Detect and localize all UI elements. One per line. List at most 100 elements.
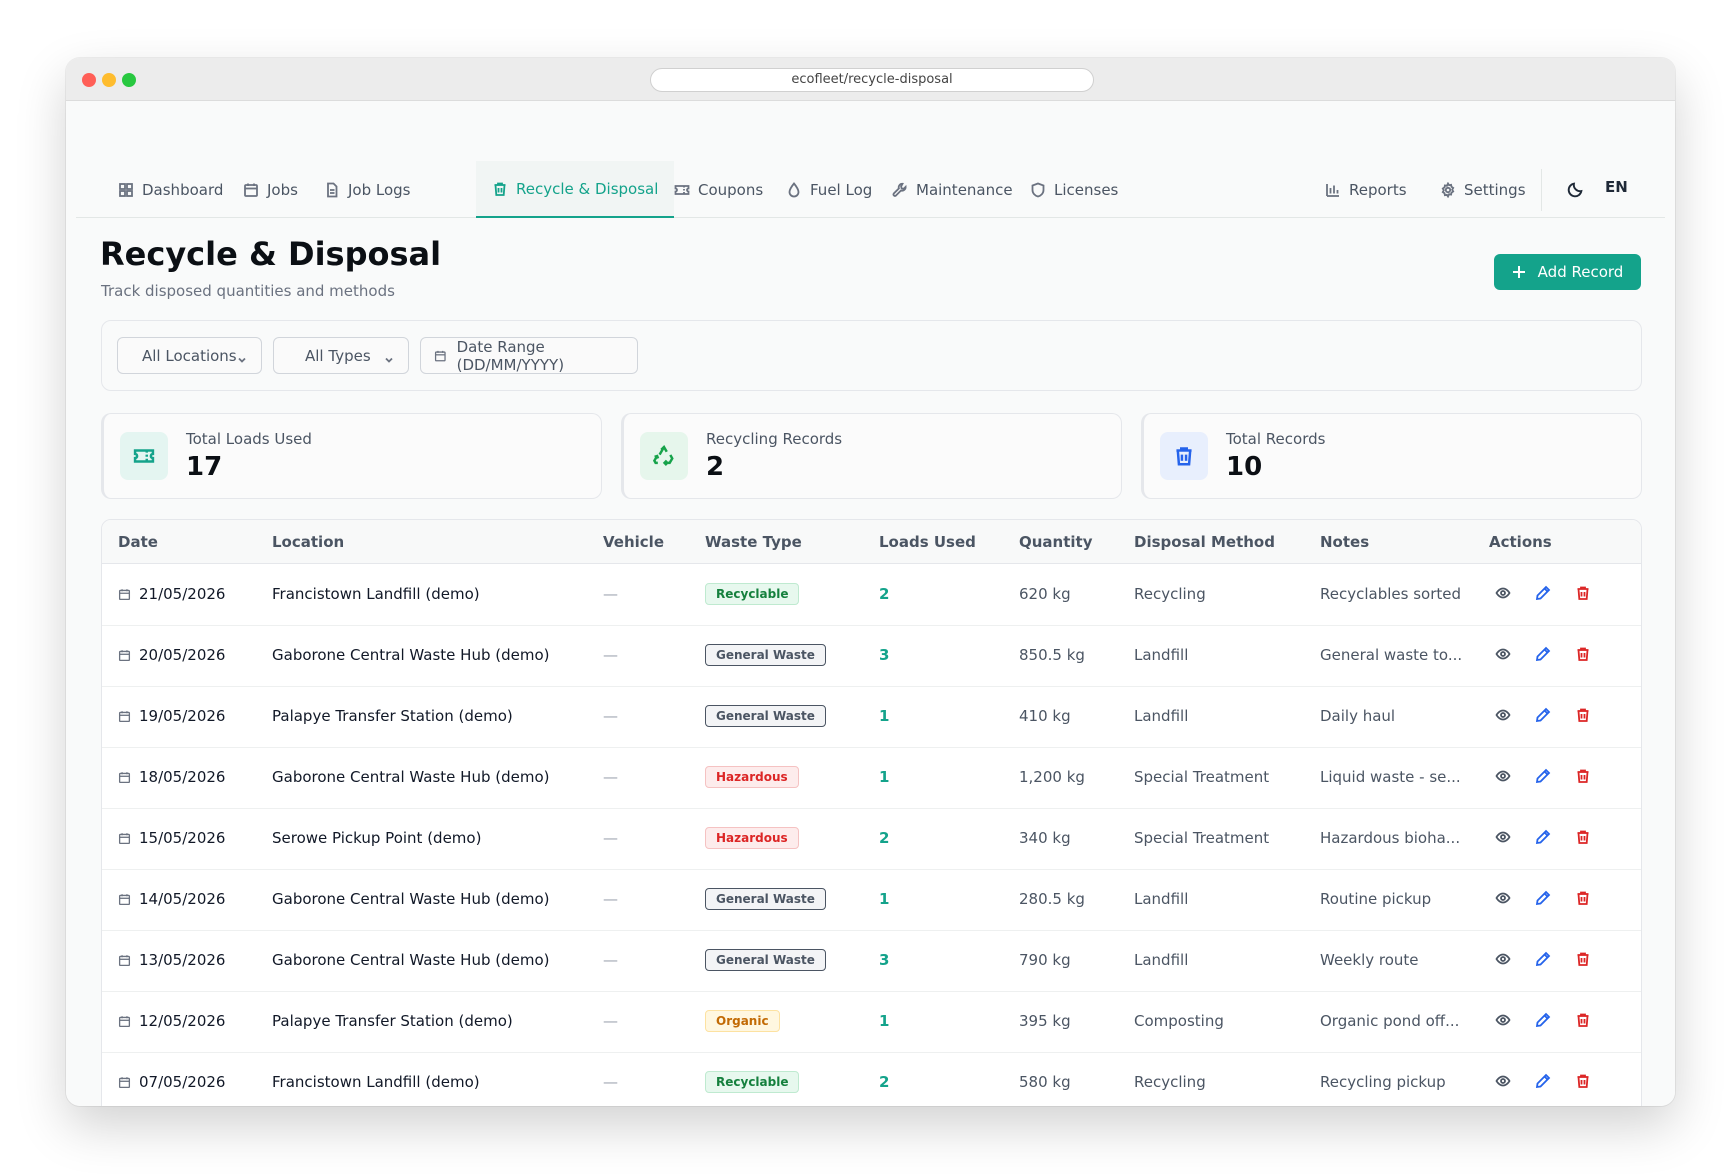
notes-cell: Recyclables sorted [1320,585,1461,603]
column-header-location[interactable]: Location [272,533,344,551]
stat-icon-box [120,432,168,480]
vehicle-cell: — [603,707,618,725]
edit-button[interactable] [1534,889,1552,907]
trash-icon [494,182,506,196]
maximize-window-button[interactable] [122,73,136,87]
date-cell: 19/05/2026 [118,707,225,725]
loads-used-cell: 1 [879,1012,890,1030]
row-actions [1494,706,1592,724]
nav-item-job-logs[interactable]: Job Logs [308,161,427,218]
browser-window: ecofleet/recycle-disposal Dashboard Jobs… [66,58,1675,1106]
table-row: 13/05/2026 Gaborone Central Waste Hub (d… [102,931,1641,992]
date-value: 15/05/2026 [139,829,226,847]
minimize-window-button[interactable] [102,73,116,87]
droplet-icon [788,181,800,197]
vehicle-cell: — [603,585,618,603]
nav-item-coupons[interactable]: Coupons [658,161,779,218]
column-header-disposal-method[interactable]: Disposal Method [1134,533,1275,551]
stat-label: Total Loads Used [186,430,312,448]
add-record-label: Add Record [1537,263,1624,281]
nav-item-dashboard[interactable]: Dashboard [102,161,239,218]
notes-cell: Recycling pickup [1320,1073,1446,1091]
disposal-method-cell: Landfill [1134,890,1189,908]
delete-button[interactable] [1574,828,1592,846]
view-button[interactable] [1494,584,1512,602]
date-value: 18/05/2026 [139,768,226,786]
delete-button[interactable] [1574,889,1592,907]
loads-used-cell: 1 [879,768,890,786]
type-filter-select[interactable]: All Types [273,337,409,374]
view-button[interactable] [1494,889,1512,907]
waste-type-badge: Recyclable [705,1071,800,1093]
page-title: Recycle & Disposal [100,235,442,273]
column-header-date[interactable]: Date [118,533,158,551]
type-filter-value: All Types [305,346,371,365]
location-filter-select[interactable]: All Locations [117,337,262,374]
address-bar[interactable]: ecofleet/recycle-disposal [650,68,1094,92]
nav-item-reports[interactable]: Reports [1309,161,1423,218]
edit-button[interactable] [1534,950,1552,968]
theme-toggle-button[interactable] [1563,177,1587,201]
delete-button[interactable] [1574,767,1592,785]
view-button[interactable] [1494,950,1512,968]
nav-item-jobs[interactable]: Jobs [227,161,314,218]
edit-button[interactable] [1534,584,1552,602]
nav-label: Dashboard [142,180,224,199]
view-button[interactable] [1494,706,1512,724]
delete-button[interactable] [1574,645,1592,663]
view-button[interactable] [1494,828,1512,846]
grid-icon [119,182,133,197]
row-actions [1494,1011,1592,1029]
nav-item-maintenance[interactable]: Maintenance [876,161,1029,218]
nav-label: Job Logs [348,180,411,199]
waste-type-cell: General Waste [705,705,826,727]
edit-button[interactable] [1534,767,1552,785]
nav-label: Maintenance [916,180,1013,199]
delete-button[interactable] [1574,950,1592,968]
edit-button[interactable] [1534,1072,1552,1090]
page-subtitle: Track disposed quantities and methods [101,282,395,300]
view-button[interactable] [1494,1072,1512,1090]
nav-item-recycle-disposal[interactable]: Recycle & Disposal [476,161,675,218]
quantity-cell: 850.5 kg [1019,646,1085,664]
edit-button[interactable] [1534,1011,1552,1029]
delete-button[interactable] [1574,584,1592,602]
notes-cell: Weekly route [1320,951,1419,969]
view-button[interactable] [1494,767,1512,785]
language-switcher[interactable]: EN [1605,178,1628,196]
location-cell: Gaborone Central Waste Hub (demo) [272,951,550,969]
delete-button[interactable] [1574,1072,1592,1090]
calendar-icon [118,1076,131,1088]
edit-button[interactable] [1534,645,1552,663]
nav-item-fuel-log[interactable]: Fuel Log [770,161,888,218]
add-record-button[interactable]: Add Record [1494,254,1641,290]
edit-button[interactable] [1534,706,1552,724]
nav-divider [1541,169,1542,211]
disposal-method-cell: Recycling [1134,1073,1206,1091]
date-range-filter[interactable]: Date Range (DD/MM/YYYY) [420,337,638,374]
calendar-icon [118,771,131,783]
edit-button[interactable] [1534,828,1552,846]
pencil-icon [1535,1073,1551,1089]
column-header-waste-type[interactable]: Waste Type [705,533,802,551]
delete-button[interactable] [1574,1011,1592,1029]
nav-label: Reports [1349,180,1407,199]
view-button[interactable] [1494,645,1512,663]
nav-item-settings[interactable]: Settings [1424,161,1542,218]
view-button[interactable] [1494,1011,1512,1029]
column-header-quantity[interactable]: Quantity [1019,533,1093,551]
table-row: 19/05/2026 Palapye Transfer Station (dem… [102,687,1641,748]
column-header-notes[interactable]: Notes [1320,533,1369,551]
nav-item-licenses[interactable]: Licenses [1014,161,1134,218]
vehicle-cell: — [603,646,618,664]
loads-used-cell: 2 [879,1073,890,1091]
nav-label: Coupons [698,180,764,199]
trash-icon [1577,708,1589,722]
date-cell: 18/05/2026 [118,768,225,786]
column-header-loads-used[interactable]: Loads Used [879,533,976,551]
column-header-vehicle[interactable]: Vehicle [603,533,664,551]
close-window-button[interactable] [82,73,96,87]
stat-card-recycling-records: Recycling Records 2 [621,413,1122,499]
delete-button[interactable] [1574,706,1592,724]
column-header-actions: Actions [1489,533,1552,551]
